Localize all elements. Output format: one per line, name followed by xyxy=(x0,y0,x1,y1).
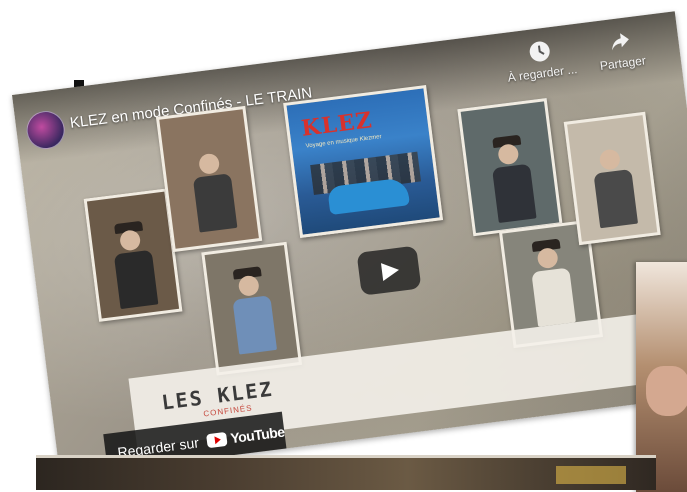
play-button[interactable] xyxy=(356,245,422,296)
youtube-icon xyxy=(205,431,228,449)
musician-photo-blue-shirt xyxy=(201,241,303,376)
album-cover: KLEZ Voyage en musique Klezmer xyxy=(283,85,444,239)
musician-photo-guitar xyxy=(457,98,563,237)
clock-icon xyxy=(529,41,550,62)
adjacent-photo-face xyxy=(646,366,687,416)
video-player[interactable]: KLEZ en mode Confinés - LE TRAIN À regar… xyxy=(12,11,687,477)
share-arrow-icon xyxy=(612,33,629,51)
adjacent-thumbnail-strip xyxy=(36,455,656,490)
musician-photo-keyboard xyxy=(155,105,263,253)
play-icon xyxy=(380,260,401,281)
musician-photo-clarinet-standing xyxy=(563,111,661,246)
youtube-wordmark: YouTube xyxy=(229,423,286,447)
adjacent-thumbnail-light xyxy=(556,466,626,484)
